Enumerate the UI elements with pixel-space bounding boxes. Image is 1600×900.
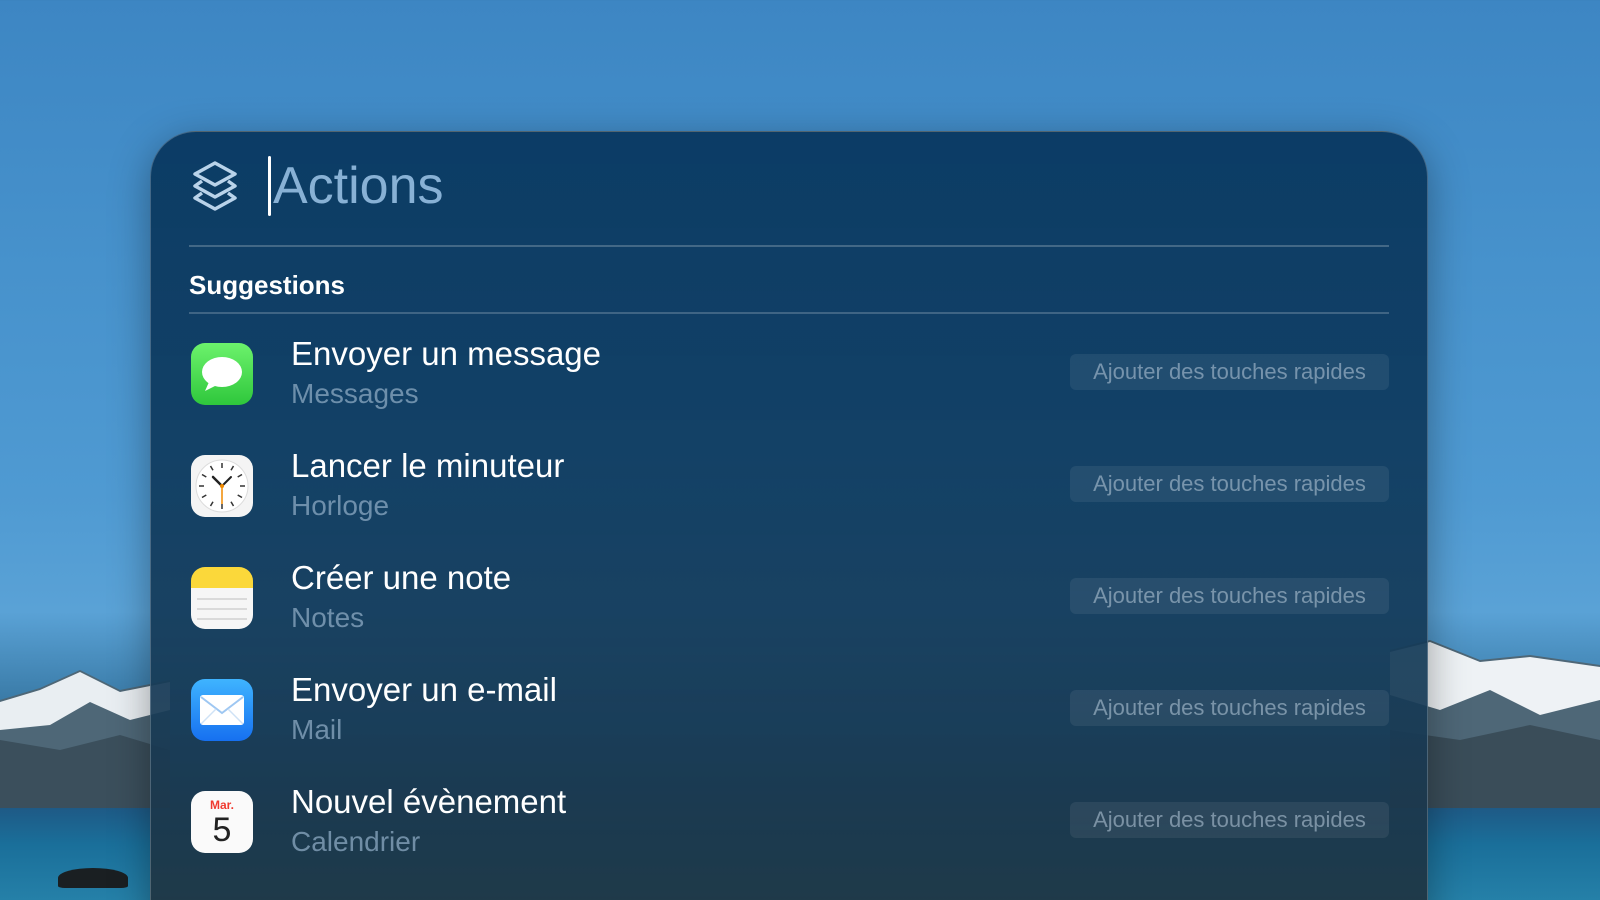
list-item[interactable]: Envoyer un message Messages Ajouter des … (189, 318, 1389, 430)
action-title: Envoyer un message (291, 335, 602, 372)
add-hotkey-button[interactable]: Ajouter des touches rapides (1070, 578, 1389, 614)
snowy-mountains-left (0, 670, 170, 820)
list-item[interactable]: Créer une note Notes Ajouter des touches… (189, 542, 1389, 654)
list-item[interactable]: Envoyer un e-mail Mail Ajouter des touch… (189, 654, 1389, 766)
clock-icon (191, 455, 253, 517)
suggestions-list: Envoyer un message Messages Ajouter des … (189, 318, 1389, 878)
app-name: Notes (291, 602, 365, 633)
text-cursor (268, 156, 271, 216)
app-name: Messages (291, 378, 419, 409)
search-input[interactable] (273, 154, 1173, 218)
search-divider (189, 245, 1389, 247)
add-hotkey-button[interactable]: Ajouter des touches rapides (1070, 354, 1389, 390)
action-title: Envoyer un e-mail (291, 671, 557, 708)
shortcuts-icon (189, 158, 241, 214)
add-hotkey-button[interactable]: Ajouter des touches rapides (1070, 690, 1389, 726)
search-row (189, 154, 1389, 218)
app-name: Mail (291, 714, 343, 745)
app-name: Horloge (291, 490, 390, 521)
spotlight-panel: Suggestions Envoyer un message Messages … (150, 131, 1428, 900)
list-item[interactable]: Lancer le minuteur Horloge Ajouter des t… (189, 430, 1389, 542)
messages-icon (191, 343, 253, 405)
mail-icon (191, 679, 253, 741)
calendar-month: Mar. (209, 798, 234, 812)
add-hotkey-button[interactable]: Ajouter des touches rapides (1070, 466, 1389, 502)
rock (58, 868, 128, 888)
list-item[interactable]: Mar. 5 Nouvel évènement Calendrier Ajout… (189, 766, 1389, 878)
calendar-day: 5 (212, 811, 232, 849)
notes-icon (191, 567, 253, 629)
calendar-icon: Mar. 5 (191, 791, 253, 853)
action-title: Nouvel évènement (291, 783, 567, 820)
app-name: Calendrier (291, 826, 421, 857)
add-hotkey-button[interactable]: Ajouter des touches rapides (1070, 802, 1389, 838)
section-title: Suggestions (189, 270, 346, 300)
section-divider (189, 312, 1389, 314)
action-title: Créer une note (291, 559, 512, 596)
action-title: Lancer le minuteur (291, 447, 565, 484)
